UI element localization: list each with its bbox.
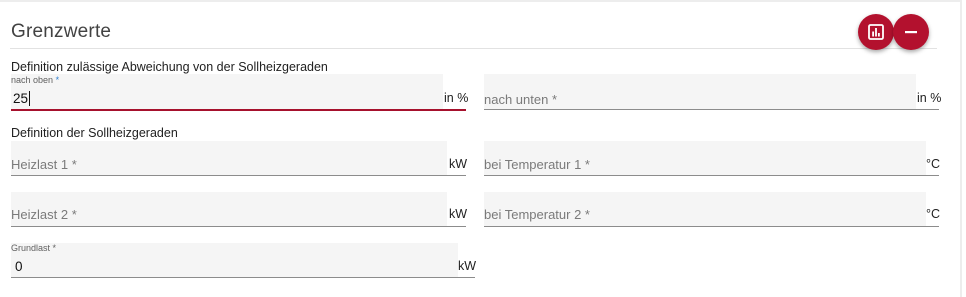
curve-heading: Definition der Sollheizgeraden: [11, 126, 178, 140]
upper-field-value[interactable]: 25: [13, 91, 28, 106]
bar-chart-icon: [868, 24, 884, 40]
upper-label-text: nach oben: [11, 75, 54, 85]
lower-field-placeholder: nach unten *: [484, 92, 558, 107]
grundlast-background: [11, 243, 458, 277]
heizlast-2-placeholder: Heizlast 2 *: [11, 207, 77, 222]
title-divider: [10, 48, 937, 49]
section-title: Grenzwerte: [11, 21, 112, 42]
temperatur-2-underline: [484, 226, 939, 227]
limits-card: Grenzwerte Definition zulässige Abweichu…: [0, 0, 962, 297]
grundlast-label: Grundlast *: [11, 243, 57, 253]
temperatur-1-unit: °C: [926, 157, 941, 171]
chart-button[interactable]: [858, 14, 894, 50]
upper-field-background: [11, 74, 443, 109]
lower-field-unit: in %: [917, 91, 942, 105]
grundlast-value[interactable]: 0: [15, 259, 23, 274]
remove-button[interactable]: [893, 14, 929, 50]
minus-icon: [905, 31, 917, 34]
heizlast-1-placeholder: Heizlast 1 *: [11, 157, 77, 172]
lower-field-underline: [484, 109, 939, 110]
temperatur-1-underline: [484, 175, 939, 176]
temperatur-2-unit: °C: [926, 207, 941, 221]
upper-field-label: nach oben *: [11, 75, 59, 85]
temperatur-1-placeholder: bei Temperatur 1 *: [484, 157, 590, 172]
upper-field-underline: [11, 109, 466, 111]
heizlast-2-unit: kW: [449, 207, 468, 221]
temperatur-2-placeholder: bei Temperatur 2 *: [484, 207, 590, 222]
deviation-heading: Definition zulässige Abweichung von der …: [11, 60, 328, 74]
text-caret: [29, 91, 30, 106]
heizlast-1-underline: [11, 175, 466, 176]
upper-field-unit: in %: [444, 91, 469, 105]
required-mark: *: [55, 75, 60, 85]
heizlast-2-underline: [11, 226, 466, 227]
heizlast-1-unit: kW: [449, 157, 468, 171]
grundlast-underline: [11, 277, 475, 278]
grundlast-unit: kW: [458, 259, 477, 273]
